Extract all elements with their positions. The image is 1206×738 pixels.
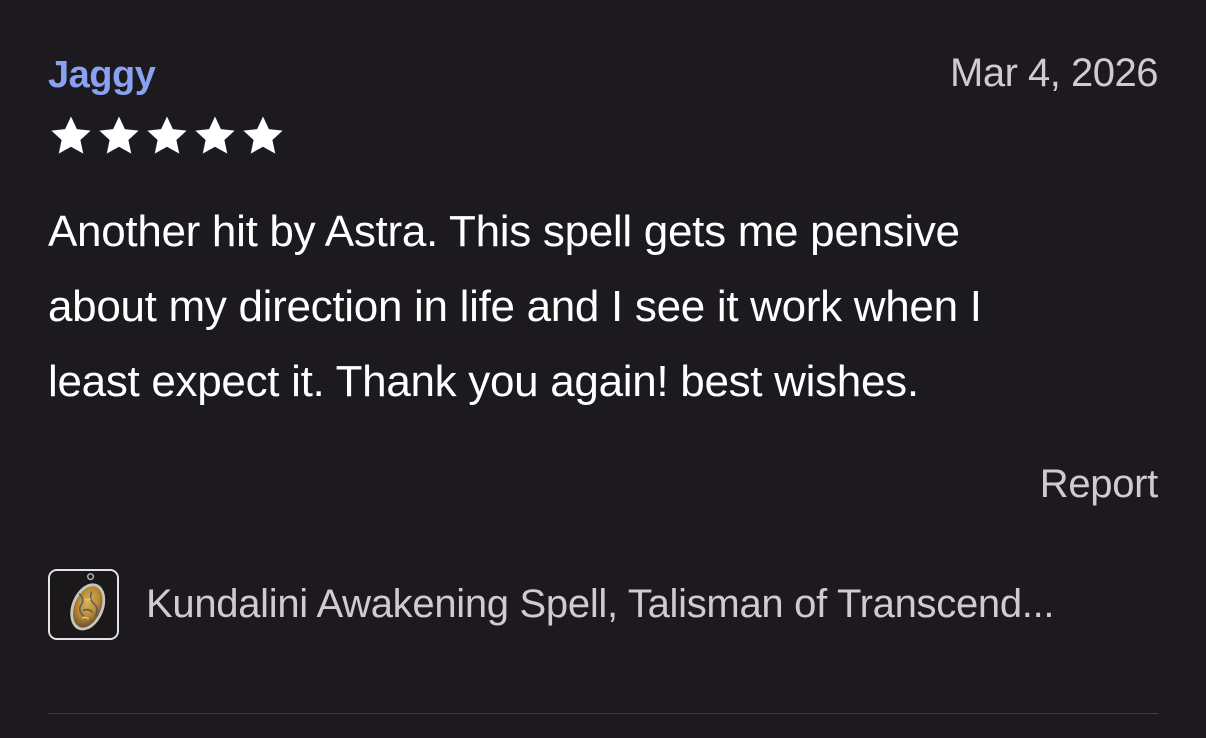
divider <box>48 713 1158 714</box>
review-card: Jaggy Mar 4, 2026 Another hit by Astra. … <box>48 0 1158 738</box>
review-text-line: Another hit by Astra. This spell gets me… <box>48 207 960 256</box>
product-title[interactable]: Kundalini Awakening Spell, Talisman of T… <box>146 580 1055 628</box>
star-icon <box>240 113 286 159</box>
star-rating <box>48 113 286 159</box>
report-link[interactable]: Report <box>1040 460 1159 508</box>
star-icon <box>144 113 190 159</box>
review-date: Mar 4, 2026 <box>950 51 1158 95</box>
amber-stone-pendant-icon <box>50 570 117 638</box>
reviewer-name[interactable]: Jaggy <box>48 52 156 98</box>
product-thumbnail[interactable] <box>48 568 119 640</box>
review-text-line: least expect it. Thank you again! best w… <box>48 357 919 406</box>
review-text: Another hit by Astra. This spell gets me… <box>48 194 1158 419</box>
star-icon <box>48 113 94 159</box>
review-text-line: about my direction in life and I see it … <box>48 282 982 331</box>
reviewed-product-link[interactable]: Kundalini Awakening Spell, Talisman of T… <box>48 566 1158 642</box>
star-icon <box>96 113 142 159</box>
star-icon <box>192 113 238 159</box>
